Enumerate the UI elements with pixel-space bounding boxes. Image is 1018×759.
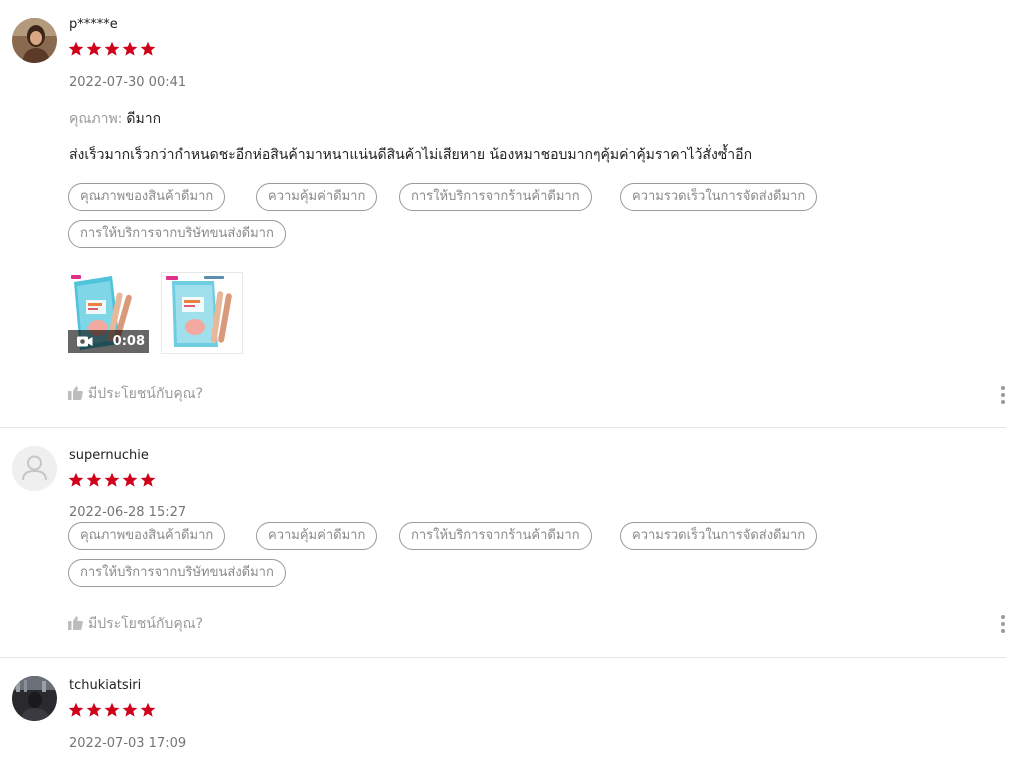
quality-label: คุณภาพ: [69,111,123,127]
helpful-button[interactable]: มีประโยชน์กับคุณ? [68,615,203,633]
quality-value: ดีมาก [126,111,162,127]
star-icon [86,41,102,56]
thumbs-up-icon [68,386,83,400]
star-icon [86,472,102,487]
star-icon [68,41,84,56]
review-datetime: 2022-06-28 15:27 [69,505,187,520]
reviewer-name[interactable]: p*****e [69,17,118,33]
review-image-thumbnail[interactable] [161,272,243,354]
avatar[interactable] [12,446,57,491]
review-tag[interactable]: ความรวดเร็วในการจัดส่งดีมาก [620,183,818,211]
quality-line: คุณภาพ: ดีมาก [69,110,161,128]
review-tag[interactable]: ความคุ้มค่าดีมาก [256,183,378,211]
review-tag[interactable]: การให้บริการจากบริษัทขนส่งดีมาก [68,559,286,587]
review-tag[interactable]: ความคุ้มค่าดีมาก [256,522,378,550]
avatar[interactable] [12,676,57,721]
review-comment: ส่งเร็วมากเร็วกว่ากำหนดชะอีกห่อสินค้ามาห… [69,147,753,163]
star-icon [104,472,120,487]
review-tag[interactable]: การให้บริการจากร้านค้าดีมาก [399,522,592,550]
reviewer-name[interactable]: supernuchie [69,448,149,464]
more-options-icon[interactable] [998,614,1008,634]
helpful-button[interactable]: มีประโยชน์กับคุณ? [68,385,203,403]
reviewer-name[interactable]: tchukiatsiri [69,678,141,694]
review-tag[interactable]: คุณภาพของสินค้าดีมาก [68,183,226,211]
thumbs-up-icon [68,616,83,630]
star-icon [68,702,84,717]
product-image [162,273,242,353]
star-icon [122,41,138,56]
star-icon [122,472,138,487]
review-item: tchukiatsiri 2022-07-03 17:09 [0,658,1006,759]
review-datetime: 2022-07-03 17:09 [69,736,187,751]
review-tag[interactable]: การให้บริการจากบริษัทขนส่งดีมาก [68,220,286,248]
video-duration: 0:08 [112,334,145,349]
review-datetime: 2022-07-30 00:41 [69,75,187,90]
review-video-thumbnail[interactable]: 0:08 [68,272,149,353]
star-rating [68,472,156,488]
video-camera-icon [77,336,93,347]
star-icon [140,472,156,487]
star-rating [68,702,156,718]
more-options-icon[interactable] [998,385,1008,405]
video-badge: 0:08 [68,330,149,353]
review-item: p*****e 2022-07-30 00:41 คุณภาพ: ดีมาก ส่… [0,0,1006,428]
review-tag[interactable]: ความรวดเร็วในการจัดส่งดีมาก [620,522,818,550]
star-icon [122,702,138,717]
review-tags: คุณภาพของสินค้าดีมาก ความคุ้มค่าดีมาก กา… [68,183,868,249]
star-icon [140,41,156,56]
star-icon [104,702,120,717]
star-icon [68,472,84,487]
helpful-label: มีประโยชน์กับคุณ? [88,386,204,402]
star-icon [140,702,156,717]
review-tag[interactable]: คุณภาพของสินค้าดีมาก [68,522,226,550]
review-tags: คุณภาพของสินค้าดีมาก ความคุ้มค่าดีมาก กา… [68,522,868,588]
review-item: supernuchie 2022-06-28 15:27 คุณภาพของสิ… [0,428,1006,658]
star-icon [104,41,120,56]
avatar[interactable] [12,18,57,63]
star-icon [86,702,102,717]
star-rating [68,41,156,57]
review-tag[interactable]: การให้บริการจากร้านค้าดีมาก [399,183,592,211]
default-avatar-icon [12,446,57,491]
helpful-label: มีประโยชน์กับคุณ? [88,616,204,632]
